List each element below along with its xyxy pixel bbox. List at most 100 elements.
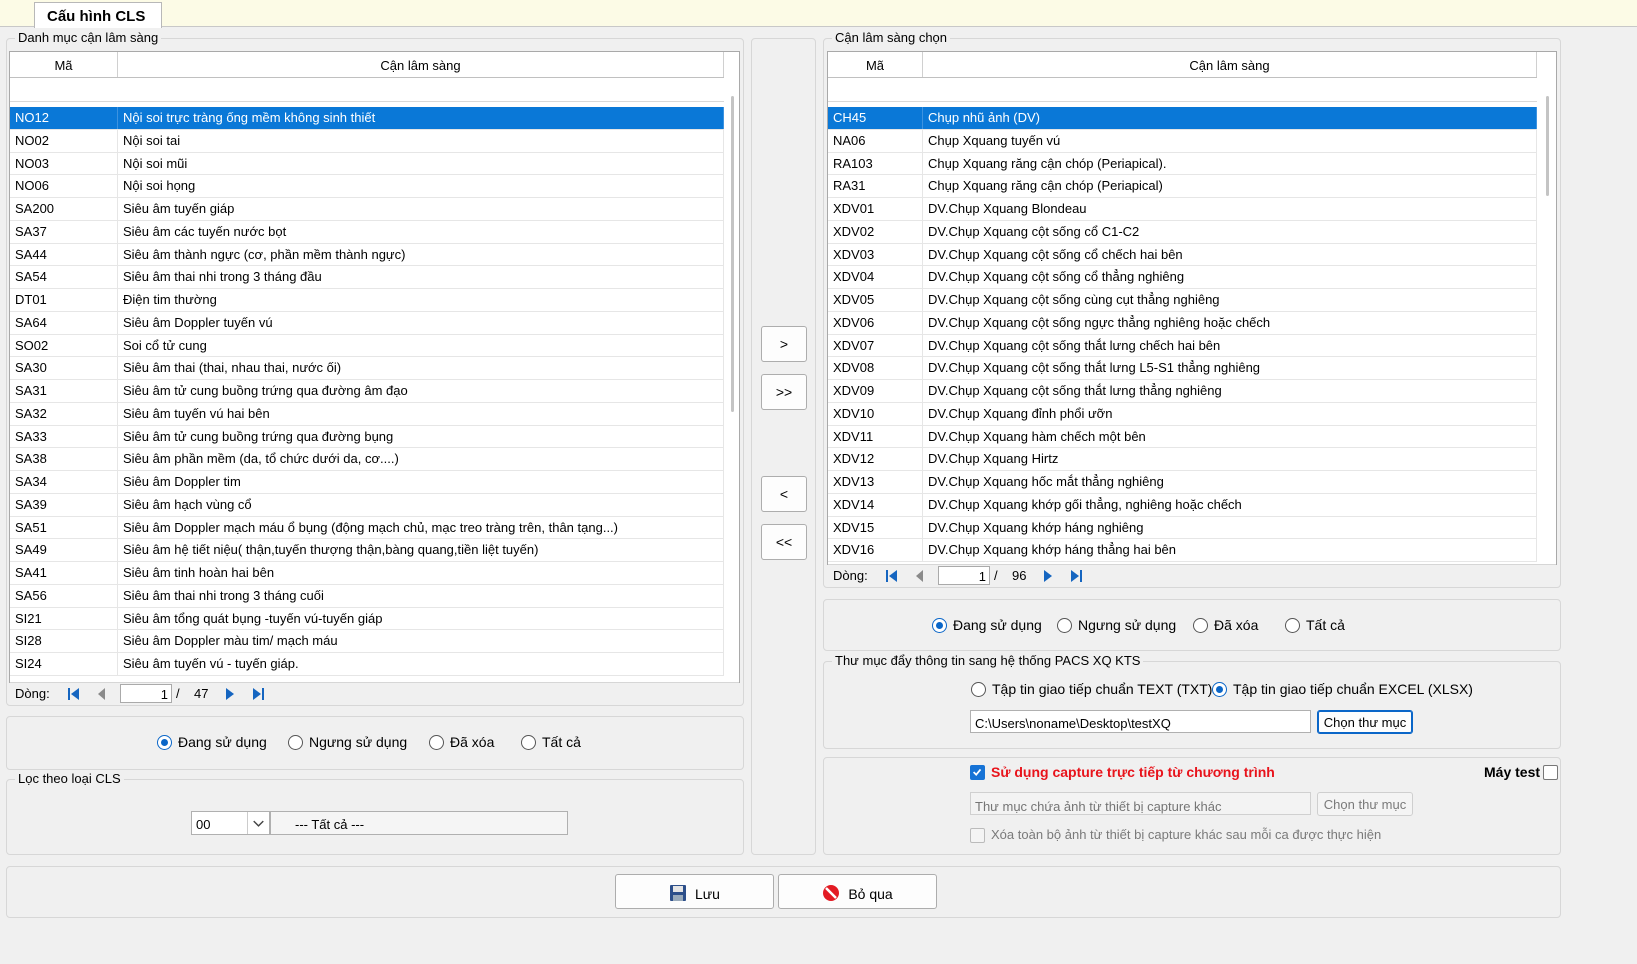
right-vscroll-thumb[interactable] bbox=[1546, 96, 1549, 196]
pacs-xlsx-radio[interactable]: Tập tin giao tiếp chuẩn EXCEL (XLSX) bbox=[1212, 681, 1473, 697]
table-row[interactable]: XDV04 DV.Chụp Xquang cột sống cổ thẳng ng… bbox=[828, 266, 1537, 289]
table-row[interactable]: SA44 Siêu âm thành ngực (cơ, phần mềm thà… bbox=[10, 243, 724, 267]
save-button[interactable]: Lưu bbox=[615, 874, 774, 909]
last-page-icon[interactable] bbox=[1066, 567, 1086, 585]
table-row[interactable]: SI28 Siêu âm Doppler màu tim/ mạch máu bbox=[10, 630, 724, 653]
capture-browse-button[interactable]: Chọn thư mục bbox=[1317, 792, 1413, 816]
delete-after-checkbox[interactable] bbox=[970, 828, 985, 843]
table-row[interactable]: SA30 Siêu âm thai (thai, nhau thai, nước … bbox=[10, 357, 724, 380]
first-page-icon[interactable] bbox=[64, 685, 84, 703]
table-row[interactable]: XDV12 DV.Chụp Xquang Hirtz bbox=[828, 448, 1537, 471]
right-status-radio[interactable]: Đang sử dụng bbox=[932, 617, 1042, 633]
table-row[interactable]: CH45 Chụp nhũ ảnh (DV) bbox=[828, 107, 1537, 130]
table-row[interactable]: RA31 Chụp Xquang răng cận chóp (Periapica… bbox=[828, 175, 1537, 198]
table-row[interactable]: XDV03 DV.Chụp Xquang cột sống cổ chếch ha… bbox=[828, 243, 1537, 267]
tab-cau-hinh-cls[interactable]: Cấu hình CLS bbox=[34, 2, 162, 28]
table-row[interactable]: SA64 Siêu âm Doppler tuyến vú bbox=[10, 311, 724, 335]
table-row[interactable]: XDV16 DV.Chụp Xquang khớp háng thẳng hai … bbox=[828, 539, 1537, 562]
table-row[interactable]: SA38 Siêu âm phần mềm (da, tổ chức dưới d… bbox=[10, 448, 724, 471]
skip-button[interactable]: Bỏ qua bbox=[778, 874, 937, 909]
add-all-button[interactable]: >> bbox=[761, 374, 807, 410]
table-row[interactable]: NO12 Nội soi trực tràng ống mềm không sin… bbox=[10, 107, 724, 130]
prev-page-icon[interactable] bbox=[910, 567, 930, 585]
left-filter-row[interactable] bbox=[10, 78, 724, 102]
right-status-radio[interactable]: Đã xóa bbox=[1193, 617, 1258, 633]
chevron-down-icon[interactable] bbox=[247, 812, 269, 834]
table-row[interactable]: NO03 Nội soi mũi bbox=[10, 152, 724, 176]
left-status-radio[interactable]: Ngưng sử dụng bbox=[288, 734, 407, 750]
table-row[interactable]: NO02 Nội soi tai bbox=[10, 129, 724, 153]
table-row[interactable]: XDV10 DV.Chụp Xquang đỉnh phổi ưỡn bbox=[828, 402, 1537, 426]
table-row[interactable]: SA56 Siêu âm thai nhi trong 3 tháng cuối bbox=[10, 584, 724, 608]
col-code-header[interactable]: Mã bbox=[10, 52, 118, 77]
cell-code: XDV06 bbox=[828, 311, 923, 334]
right-page-input[interactable]: 1 bbox=[938, 566, 990, 585]
table-row[interactable]: XDV08 DV.Chụp Xquang cột sống thắt lưng L… bbox=[828, 357, 1537, 380]
cell-name: DV.Chụp Xquang Hirtz bbox=[923, 448, 1537, 470]
table-row[interactable]: XDV06 DV.Chụp Xquang cột sống ngực thẳng … bbox=[828, 311, 1537, 335]
left-vscrollbar[interactable] bbox=[724, 78, 739, 682]
left-vscroll-thumb[interactable] bbox=[731, 96, 734, 412]
table-row[interactable]: XDV01 DV.Chụp Xquang Blondeau bbox=[828, 198, 1537, 221]
table-row[interactable]: XDV09 DV.Chụp Xquang cột sống thắt lưng t… bbox=[828, 380, 1537, 403]
add-button[interactable]: > bbox=[761, 326, 807, 362]
next-page-icon[interactable] bbox=[220, 685, 240, 703]
left-grid[interactable]: Mã Cận lâm sàng NO12 Nội soi trực tràng ố… bbox=[9, 51, 740, 683]
table-row[interactable]: SA32 Siêu âm tuyến vú hai bên bbox=[10, 402, 724, 426]
table-row[interactable]: XDV14 DV.Chụp Xquang khớp gối thẳng, nghi… bbox=[828, 493, 1537, 517]
table-row[interactable]: RA103 Chụp Xquang răng cận chóp (Periapic… bbox=[828, 152, 1537, 176]
pacs-path-input[interactable]: C:\Users\noname\Desktop\testXQ bbox=[970, 710, 1311, 733]
table-row[interactable]: SA54 Siêu âm thai nhi trong 3 tháng đầu bbox=[10, 266, 724, 289]
table-row[interactable]: SA51 Siêu âm Doppler mạch máu ổ bụng (độn… bbox=[10, 516, 724, 540]
radio-label: Đang sử dụng bbox=[953, 617, 1042, 633]
table-row[interactable]: DT01 Điện tim thường bbox=[10, 289, 724, 312]
table-row[interactable]: SA39 Siêu âm hạch vùng cổ bbox=[10, 493, 724, 517]
right-vscrollbar[interactable] bbox=[1539, 78, 1556, 564]
table-row[interactable]: SA34 Siêu âm Doppler tim bbox=[10, 471, 724, 494]
next-page-icon[interactable] bbox=[1038, 567, 1058, 585]
col-name-header[interactable]: Cận lâm sàng bbox=[118, 52, 724, 77]
prev-page-icon[interactable] bbox=[92, 685, 112, 703]
left-page-input[interactable]: 1 bbox=[120, 684, 172, 703]
left-status-radio[interactable]: Đã xóa bbox=[429, 734, 494, 750]
table-row[interactable]: XDV07 DV.Chụp Xquang cột sống thắt lưng c… bbox=[828, 334, 1537, 358]
cell-name: Siêu âm thai nhi trong 3 tháng cuối bbox=[118, 584, 724, 607]
pacs-browse-button[interactable]: Chọn thư mục bbox=[1317, 710, 1413, 734]
col-name-header[interactable]: Cận lâm sàng bbox=[923, 52, 1537, 77]
table-row[interactable]: XDV05 DV.Chụp Xquang cột sống cùng cụt th… bbox=[828, 289, 1537, 312]
table-row[interactable]: NA06 Chụp Xquang tuyến vú bbox=[828, 129, 1537, 153]
cell-code: XDV04 bbox=[828, 266, 923, 288]
table-row[interactable]: XDV15 DV.Chụp Xquang khớp háng nghiêng bbox=[828, 516, 1537, 540]
table-row[interactable]: SA31 Siêu âm tử cung buồng trứng qua đườn… bbox=[10, 380, 724, 403]
right-status-radio[interactable]: Ngưng sử dụng bbox=[1057, 617, 1176, 633]
table-row[interactable]: XDV13 DV.Chụp Xquang hốc mắt thẳng nghiên… bbox=[828, 471, 1537, 494]
table-row[interactable]: SA49 Siêu âm hệ tiết niệu( thận,tuyến thư… bbox=[10, 539, 724, 562]
right-status-radio[interactable]: Tất cả bbox=[1285, 617, 1345, 633]
table-row[interactable]: SI21 Siêu âm tổng quát bụng -tuyến vú-tuy… bbox=[10, 607, 724, 631]
pacs-txt-radio[interactable]: Tập tin giao tiếp chuẩn TEXT (TXT) bbox=[971, 681, 1212, 697]
table-row[interactable]: SO02 Soi cổ tử cung bbox=[10, 334, 724, 358]
cell-code: XDV10 bbox=[828, 402, 923, 425]
table-row[interactable]: SI24 Siêu âm tuyến vú - tuyến giáp. bbox=[10, 653, 724, 676]
radio-label: Ngưng sử dụng bbox=[1078, 617, 1177, 633]
table-row[interactable]: SA41 Siêu âm tinh hoàn hai bên bbox=[10, 562, 724, 585]
first-page-icon[interactable] bbox=[882, 567, 902, 585]
last-page-icon[interactable] bbox=[248, 685, 268, 703]
remove-all-button[interactable]: << bbox=[761, 524, 807, 560]
table-row[interactable]: XDV02 DV.Chụp Xquang cột sống cổ C1-C2 bbox=[828, 220, 1537, 244]
table-row[interactable]: SA200 Siêu âm tuyến giáp bbox=[10, 198, 724, 221]
table-row[interactable]: NO06 Nội soi họng bbox=[10, 175, 724, 198]
left-status-radio[interactable]: Đang sử dụng bbox=[157, 734, 267, 750]
col-code-header[interactable]: Mã bbox=[828, 52, 923, 77]
left-status-radio[interactable]: Tất cả bbox=[521, 734, 581, 750]
capture-folder-input[interactable] bbox=[970, 792, 1311, 815]
remove-button[interactable]: < bbox=[761, 476, 807, 512]
table-row[interactable]: XDV11 DV.Chụp Xquang hàm chếch một bên bbox=[828, 425, 1537, 449]
filter-code-combo[interactable]: 00 bbox=[191, 811, 270, 835]
test-machine-checkbox[interactable] bbox=[1543, 765, 1558, 780]
right-grid[interactable]: Mã Cận lâm sàng CH45 Chụp nhũ ảnh (DV) NA0… bbox=[827, 51, 1557, 565]
table-row[interactable]: SA37 Siêu âm các tuyến nước bọt bbox=[10, 220, 724, 244]
table-row[interactable]: SA33 Siêu âm tử cung buồng trứng qua đườn… bbox=[10, 425, 724, 449]
capture-checkbox[interactable] bbox=[970, 765, 985, 780]
right-filter-row[interactable] bbox=[828, 78, 1537, 102]
